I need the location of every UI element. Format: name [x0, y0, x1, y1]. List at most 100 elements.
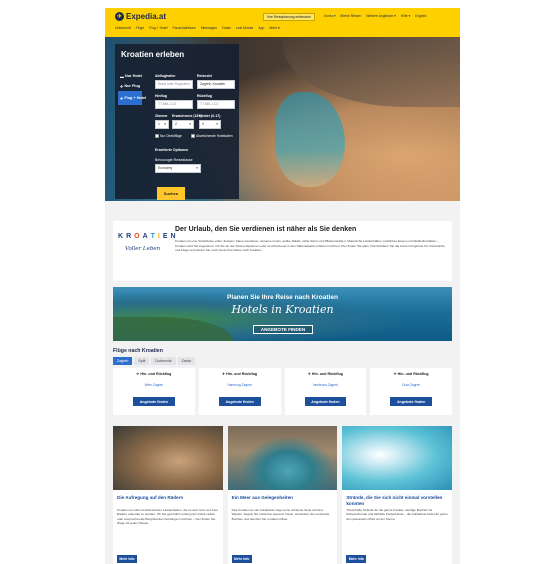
flight-type: ✈ Hin- und Rückflug	[113, 372, 195, 376]
flight-card: ✈ Hin- und Rückflug Innsbruck-Zagreb Ang…	[284, 368, 367, 415]
article-image-sea	[227, 426, 338, 490]
promo-button[interactable]: Ihre Reiseplanung entdecken	[263, 13, 316, 21]
article-title[interactable]: Die Aufregung auf den Rädern	[117, 495, 219, 501]
article-text: Traumhafte Strände für die ganze Familie…	[346, 508, 448, 521]
flight-cards: ✈ Hin- und Rückflug Wien-Zagreb Angebote…	[113, 368, 452, 415]
find-offers-button[interactable]: Angebote finden	[218, 397, 261, 406]
return-date-input[interactable]: TT.MM.JJJJ	[197, 100, 235, 109]
flight-route[interactable]: Graz-Zagreb	[370, 383, 452, 387]
class-value: Economy	[158, 166, 173, 170]
logo-letter: R	[126, 233, 132, 240]
more-info-button[interactable]: Mehr Info	[117, 555, 137, 563]
logo-letter: T	[150, 233, 155, 240]
logo-letter: A	[142, 233, 148, 240]
rooms-select[interactable]: 1 ▾	[155, 120, 169, 129]
flight-type: ✈ Hin- und Rückflug	[370, 372, 452, 376]
article-card: Die Aufregung auf den Rädern Kroatien is…	[113, 426, 223, 564]
tab-split[interactable]: Split	[134, 357, 150, 365]
flight-route[interactable]: Hamburg-Zagreb	[199, 383, 281, 387]
checkbox-box	[155, 134, 159, 138]
find-offers-button[interactable]: Angebote finden	[390, 397, 432, 406]
intro-card: KROATIEN Voller Leben Der Urlaub, den Si…	[113, 221, 452, 281]
article-image-beach	[342, 426, 453, 490]
nav-item-packages[interactable]: Pauschalreisen	[173, 26, 196, 30]
account-links: Konto ▾ Meine Reisen Weitere Angebote ▾ …	[324, 14, 426, 18]
logo-letter: O	[134, 233, 140, 240]
top-link-language[interactable]: English	[415, 14, 426, 18]
rooms-label: Zimmer	[155, 114, 168, 118]
top-link-trips[interactable]: Meine Reisen	[341, 14, 362, 18]
plane-icon: ✈	[120, 95, 124, 101]
article-title[interactable]: Ein Meer aus Gelegenheiten	[232, 495, 334, 501]
chevron-down-icon: ▾	[164, 122, 166, 126]
tab-flight-only[interactable]: ✈ Nur Flug	[118, 81, 142, 91]
top-link-more[interactable]: Weitere Angebote ▾	[366, 14, 396, 18]
advanced-options-label[interactable]: Erweiterte Optionen	[155, 148, 188, 152]
flights-title: Flüge nach Kroatien	[113, 348, 163, 354]
logo-text: Expedia.at	[126, 12, 167, 21]
find-offers-button[interactable]: Angebote finden	[133, 397, 175, 406]
tab-label: Nur Flug	[124, 84, 140, 88]
more-info-button[interactable]: Mehr Info	[346, 555, 367, 563]
search-tabs: ▬ Nur Hotel ✈ Nur Flug ✈ Flug + Hotel	[118, 71, 146, 105]
find-offers-button[interactable]: ANGEBOTE FINDEN	[253, 325, 313, 334]
hotel-dates-checkbox[interactable]: Abweichende Hoteldaten	[191, 134, 233, 138]
nonstop-label: Nur Direktflüge	[160, 134, 182, 138]
article-cards: Die Aufregung auf den Rädern Kroatien is…	[113, 426, 453, 564]
children-label: Kinder (0-17)	[199, 114, 221, 118]
tab-zagreb[interactable]: Zagreb	[113, 357, 133, 365]
article-text: Das Kroatien an der Adriaküste zeigt sei…	[231, 508, 330, 521]
departure-label: Abflughafen	[155, 74, 176, 78]
tab-label: Nur Hotel	[125, 74, 143, 78]
flight-route[interactable]: Wien-Zagreb	[113, 383, 195, 387]
nav-item-deals[interactable]: Deals	[222, 26, 231, 30]
hotel-dates-label: Abweichende Hoteldaten	[196, 134, 233, 138]
destination-input[interactable]: Zagreb, Kroatien	[197, 80, 235, 89]
site-header: ✈ Expedia.at Ihre Reiseplanung entdecken…	[105, 8, 460, 37]
plane-icon: ✈	[222, 372, 226, 376]
tab-hotel-only[interactable]: ▬ Nur Hotel	[118, 71, 142, 81]
find-offers-button[interactable]: Angebote finden	[304, 397, 347, 406]
more-info-button[interactable]: Mehr Info	[231, 555, 252, 563]
article-title[interactable]: Strände, die Sie sich nicht einmal vorst…	[346, 495, 448, 506]
nav-item-cars[interactable]: Mietwagen	[201, 26, 217, 30]
nav-item-last-minute[interactable]: Last Minute	[236, 26, 254, 30]
logo-letter: I	[157, 233, 160, 240]
hero-section: Kroatien erleben ▬ Nur Hotel ✈ Nur Flug …	[105, 37, 460, 201]
nav-item-stays[interactable]: Unterkunft	[115, 26, 131, 30]
banner-subtitle: Hotels in Kroatien	[231, 303, 334, 316]
hotels-banner[interactable]: Planen Sie Ihre Reise nach Kroatien Hote…	[113, 287, 452, 341]
outbound-label: Hinflug	[155, 94, 168, 98]
top-link-help[interactable]: Hilfe ▾	[401, 14, 410, 18]
hero-photo-sea	[275, 92, 345, 187]
flight-type-label: Hin- und Rückflug	[397, 372, 429, 376]
tab-dubrovnik[interactable]: Dubrovnik	[151, 357, 176, 365]
nav-item-more[interactable]: Mehr ▾	[269, 26, 279, 30]
search-button[interactable]: Suchen	[157, 187, 185, 200]
tab-zadar[interactable]: Zadar	[177, 357, 195, 365]
nav-item-flights[interactable]: Flüge	[136, 26, 144, 30]
flight-type-label: Hin- und Rückflug	[140, 372, 172, 376]
expedia-logo[interactable]: ✈ Expedia.at	[115, 12, 166, 21]
banner-photo-island	[113, 317, 233, 341]
logo-tagline: Voller Leben	[125, 246, 161, 252]
outbound-date-input[interactable]: TT.MM.JJJJ	[155, 100, 193, 109]
nav-item-flight-hotel[interactable]: Flug + Hotel	[149, 26, 167, 30]
chevron-down-icon: ▾	[189, 122, 191, 126]
article-card: Strände, die Sie sich nicht einmal vorst…	[342, 426, 453, 564]
flight-type-label: Hin- und Rückflug	[226, 372, 258, 376]
class-select[interactable]: Economy ▾	[155, 164, 201, 173]
flight-route[interactable]: Innsbruck-Zagreb	[285, 383, 367, 387]
adults-select[interactable]: 2 ▾	[172, 120, 194, 129]
nav-item-app[interactable]: App	[258, 26, 264, 30]
article-card: Ein Meer aus Gelegenheiten Das Kroatien …	[227, 426, 338, 564]
tab-flight-hotel[interactable]: ✈ Flug + Hotel	[118, 91, 146, 105]
children-value: 0	[202, 122, 204, 126]
banner-title: Planen Sie Ihre Reise nach Kroatien	[227, 294, 338, 301]
top-link-account[interactable]: Konto ▾	[324, 14, 336, 18]
departure-input[interactable]: Stadt oder Flughafen	[155, 80, 193, 89]
kroatien-logo: KROATIEN Voller Leben	[117, 227, 176, 277]
children-select[interactable]: 0 ▾	[199, 120, 221, 129]
flight-card: ✈ Hin- und Rückflug Graz-Zagreb Angebote…	[370, 368, 452, 415]
nonstop-checkbox[interactable]: Nur Direktflüge	[155, 134, 182, 138]
